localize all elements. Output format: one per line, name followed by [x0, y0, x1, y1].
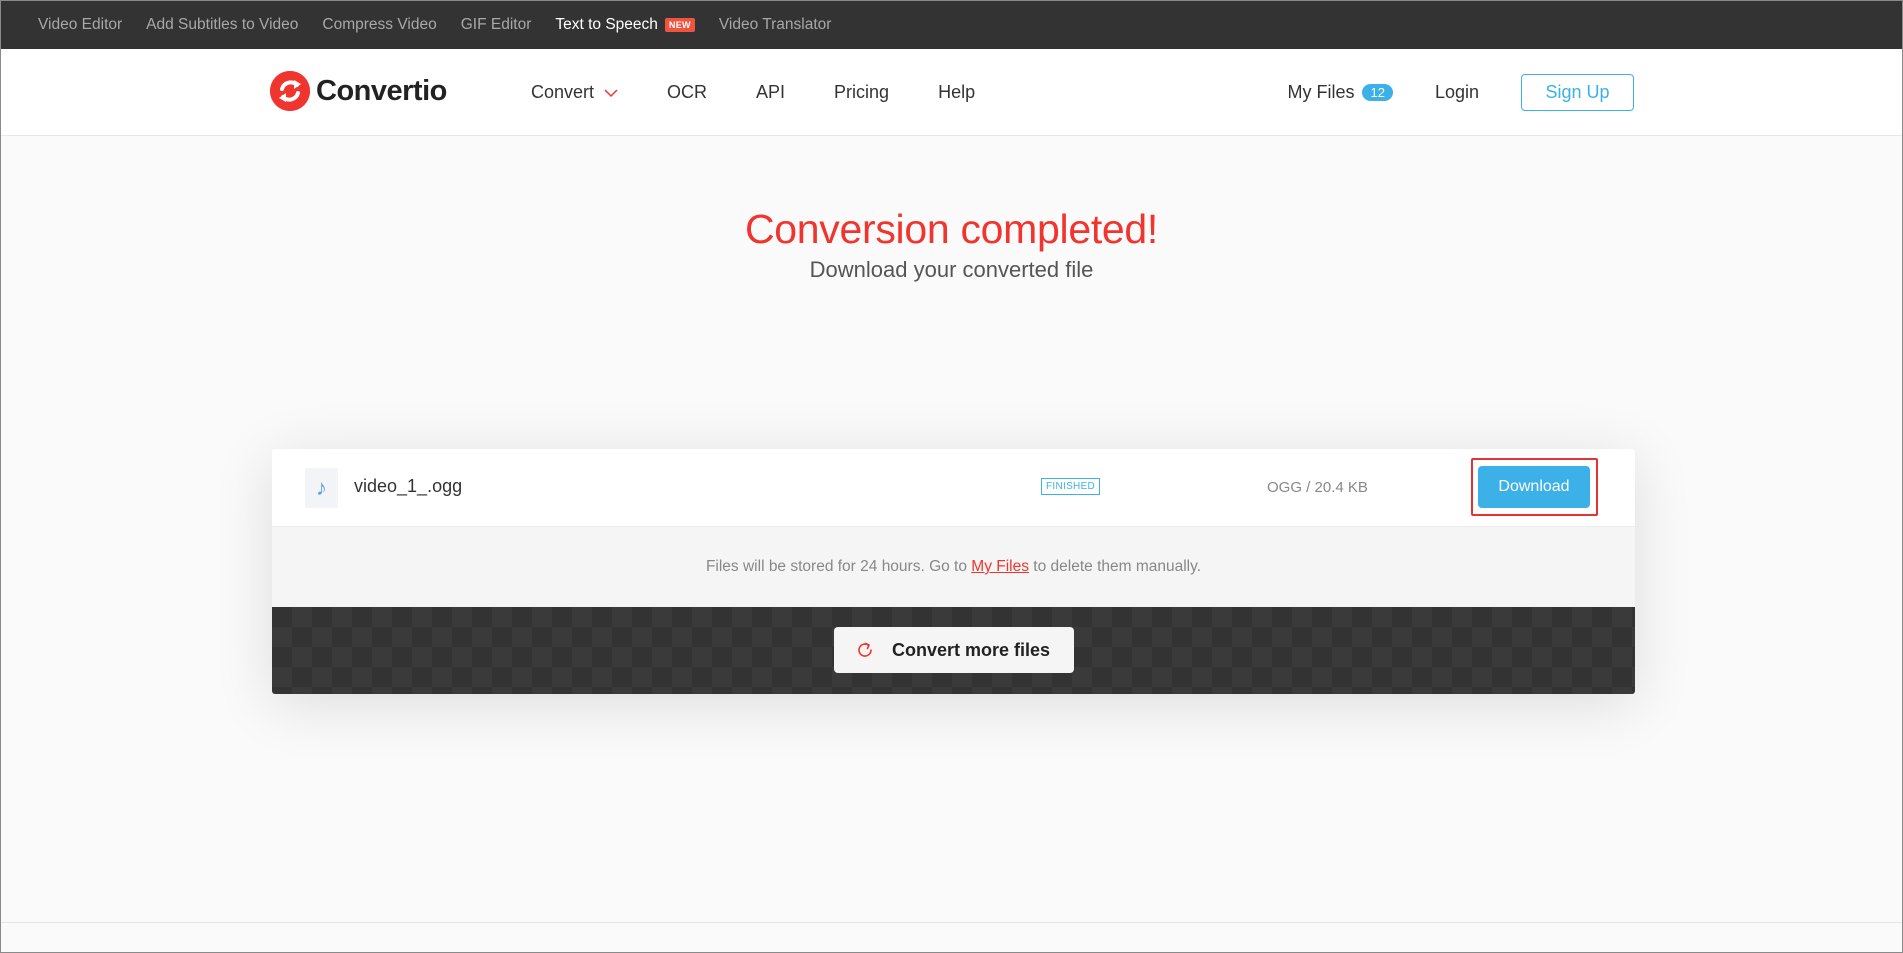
topbar-link-add-subtitles[interactable]: Add Subtitles to Video [146, 16, 298, 34]
my-files-label: My Files [1287, 82, 1355, 102]
main-nav: Convert OCR API Pricing Help [531, 49, 1024, 136]
download-button[interactable]: Download [1478, 466, 1590, 508]
nav-help[interactable]: Help [938, 82, 975, 103]
file-row: ♪ video_1_.ogg FINISHED OGG / 20.4 KB Do… [272, 449, 1635, 527]
hero: Conversion completed! Download your conv… [1, 206, 1902, 283]
nav-ocr[interactable]: OCR [667, 82, 707, 103]
audio-file-icon: ♪ [305, 468, 338, 508]
nav-api[interactable]: API [756, 82, 785, 103]
file-format-size: OGG / 20.4 KB [1267, 479, 1368, 496]
file-name: video_1_.ogg [354, 476, 463, 496]
topbar-link-text-to-speech-label: Text to Speech [555, 16, 658, 33]
main-header: Convertio Convert OCR API Pricing Help M… [1, 49, 1902, 136]
topbar-link-gif-editor[interactable]: GIF Editor [461, 16, 532, 34]
refresh-icon [858, 642, 872, 657]
conversion-card: ♪ video_1_.ogg FINISHED OGG / 20.4 KB Do… [272, 449, 1635, 694]
new-badge: NEW [664, 18, 695, 32]
signup-button[interactable]: Sign Up [1521, 74, 1634, 111]
topbar-link-video-editor[interactable]: Video Editor [38, 16, 122, 34]
notice-text-before: Files will be stored for 24 hours. Go to [705, 558, 972, 575]
notice-text-after: to delete them manually. [1029, 558, 1202, 575]
logo-text: Convertio [316, 74, 447, 107]
convert-more-label: Convert more files [892, 639, 1051, 660]
my-files-link[interactable]: My Files 12 [1287, 82, 1393, 103]
topbar-link-video-translator[interactable]: Video Translator [719, 16, 832, 34]
page-title: Conversion completed! [744, 206, 1159, 252]
account-nav: My Files 12 Login Sign Up [1287, 49, 1634, 136]
convert-more-button[interactable]: Convert more files [834, 627, 1074, 673]
nav-convert[interactable]: Convert [531, 82, 618, 103]
status-badge: FINISHED [1041, 478, 1101, 495]
logo[interactable]: Convertio [270, 71, 447, 111]
browser-viewport: Video Editor Add Subtitles to Video Comp… [0, 0, 1903, 953]
topbar-link-text-to-speech[interactable]: Text to Speech NEW [555, 16, 695, 34]
convertio-logo-icon [270, 71, 310, 111]
footer-divider [1, 922, 1902, 923]
storage-notice: Files will be stored for 24 hours. Go to… [272, 527, 1635, 607]
nav-pricing[interactable]: Pricing [834, 82, 889, 103]
notice-my-files-link[interactable]: My Files [971, 558, 1029, 575]
page-subtitle: Download your converted file [809, 257, 1094, 282]
nav-convert-label: Convert [531, 82, 595, 102]
my-files-count-badge: 12 [1362, 84, 1393, 101]
chevron-down-icon [604, 88, 618, 97]
top-tools-bar: Video Editor Add Subtitles to Video Comp… [1, 1, 1902, 49]
topbar-link-compress-video[interactable]: Compress Video [322, 16, 436, 34]
convert-more-bar: Convert more files [272, 607, 1635, 694]
login-link[interactable]: Login [1435, 82, 1479, 103]
